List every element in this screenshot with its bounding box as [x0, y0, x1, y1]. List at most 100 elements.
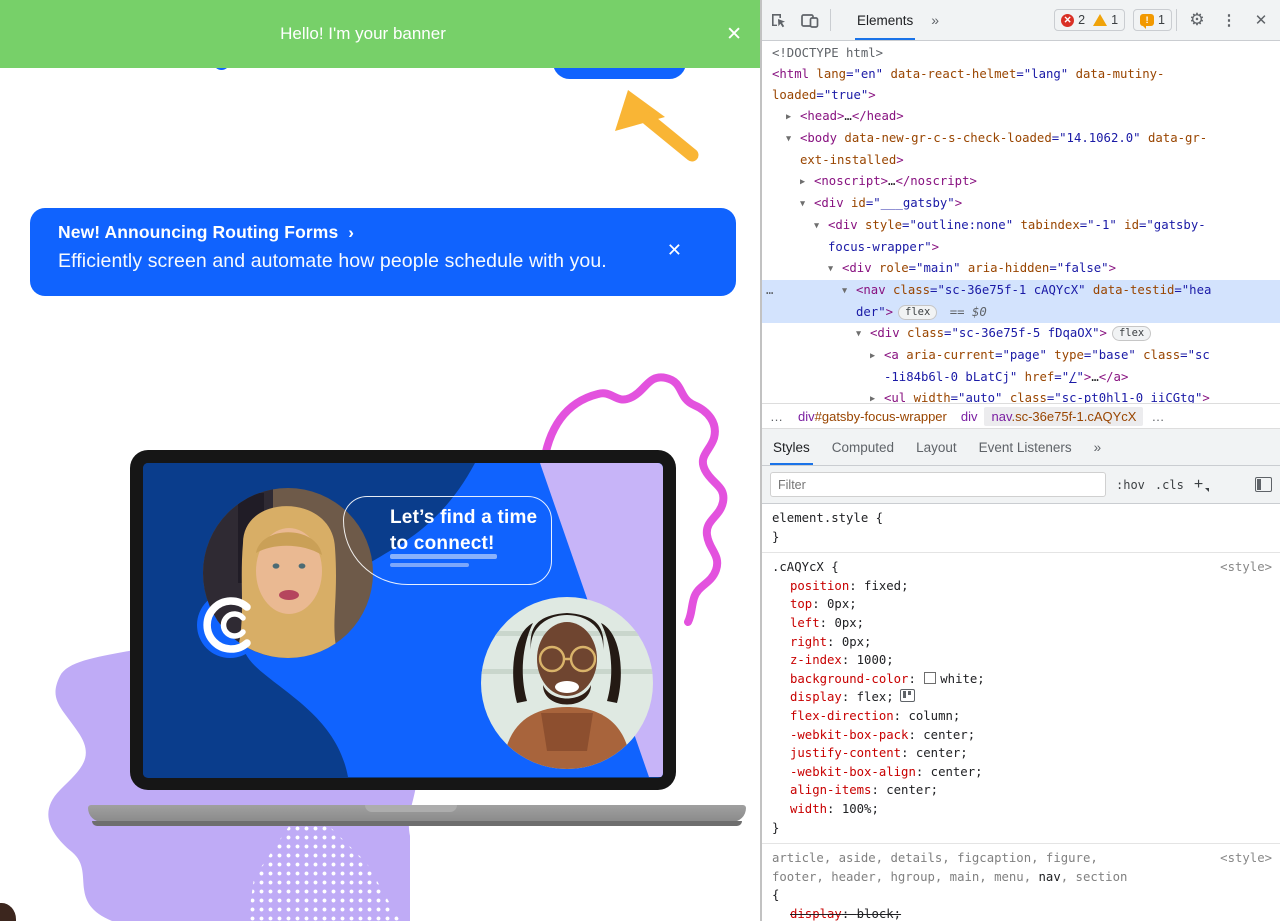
- dom-tree-row[interactable]: ▼<body data-new-gr-c-s-check-loaded="14.…: [762, 128, 1280, 150]
- toggle-hover-state-button[interactable]: :hov: [1116, 478, 1145, 492]
- dom-tree-row[interactable]: loaded="true">: [762, 85, 1280, 106]
- css-property-line[interactable]: position: fixed;: [772, 577, 1272, 596]
- dollar-zero-ref: $0: [972, 305, 987, 319]
- css-property-line[interactable]: align-items: center;: [772, 781, 1272, 800]
- flex-badge[interactable]: flex: [1112, 326, 1151, 341]
- dom-tree-row[interactable]: ▶<noscript>…</noscript>: [762, 171, 1280, 193]
- promo-banner[interactable]: New! Announcing Routing Forms› Efficient…: [30, 208, 736, 296]
- expand-arrow-icon[interactable]: ▼: [828, 259, 842, 280]
- code-segment: <div: [870, 326, 900, 340]
- dom-tree-row[interactable]: ▶<head>…</head>: [762, 106, 1280, 128]
- code-segment: lang: [809, 67, 846, 81]
- flex-editor-icon[interactable]: [900, 689, 915, 702]
- expand-arrow-icon[interactable]: ▶: [870, 389, 884, 403]
- chevron-right-icon: ›: [348, 223, 354, 242]
- stylesheet-source-link[interactable]: <style>: [1220, 558, 1272, 577]
- warning-icon: [1093, 14, 1107, 26]
- row-overflow-dots[interactable]: …: [766, 280, 773, 301]
- expand-arrow-icon[interactable]: ▼: [842, 281, 856, 302]
- dom-tree-row[interactable]: -1i84b6l-0 bLatCj" href="/">…</a>: [762, 367, 1280, 388]
- dom-tree-row[interactable]: der">flex == $0: [762, 302, 1280, 323]
- settings-gear-icon[interactable]: ⚙: [1188, 11, 1206, 29]
- expand-arrow-icon[interactable]: ▶: [800, 172, 814, 193]
- rule-selector-line[interactable]: footer, header, hgroup, main, menu, nav,…: [772, 868, 1272, 887]
- tab-layout[interactable]: Layout: [905, 429, 968, 465]
- new-style-rule-button[interactable]: +: [1194, 476, 1203, 494]
- promo-close-icon[interactable]: ✕: [667, 240, 682, 261]
- dom-tree-row[interactable]: ▶<ul width="auto" class="sc-pt0hl1-0 iiC…: [762, 388, 1280, 403]
- kebab-menu-icon[interactable]: ⋮: [1220, 11, 1238, 29]
- dom-tree-row[interactable]: <html lang="en" data-react-helmet="lang"…: [762, 64, 1280, 85]
- css-property-line[interactable]: flex-direction: column;: [772, 707, 1272, 726]
- css-property-line[interactable]: z-index: 1000;: [772, 651, 1272, 670]
- crumb-segment: nav: [991, 409, 1011, 424]
- stylesheet-source-link[interactable]: <style>: [1220, 849, 1272, 868]
- css-property-line[interactable]: width: 100%;: [772, 800, 1272, 819]
- inspect-element-icon[interactable]: [769, 11, 787, 29]
- code-segment: <!DOCTYPE html>: [772, 46, 883, 60]
- expand-arrow-icon[interactable]: ▼: [814, 216, 828, 237]
- expand-arrow-icon[interactable]: ▶: [786, 107, 800, 128]
- tab-event-listeners[interactable]: Event Listeners: [968, 429, 1083, 465]
- breadcrumb-item[interactable]: div: [954, 407, 985, 426]
- selector-segment: footer, header, hgroup, main, menu,: [772, 870, 1039, 884]
- color-swatch[interactable]: [924, 672, 936, 684]
- sidebar-toggle-icon[interactable]: [1255, 477, 1272, 492]
- code-segment: data-gr-: [1141, 131, 1208, 145]
- crumb-overflow-dots[interactable]: …: [1143, 409, 1172, 424]
- rule-selector-line[interactable]: article, aside, details, figcaption, fig…: [772, 849, 1272, 868]
- dom-tree-row[interactable]: focus-wrapper">: [762, 237, 1280, 258]
- rule-selector-line[interactable]: element.style {: [772, 509, 1272, 528]
- breadcrumb-item[interactable]: nav.sc-36e75f-1.cAQYcX: [984, 407, 1143, 426]
- code-segment: <div: [814, 196, 844, 210]
- dom-tree-row[interactable]: ▼<div class="sc-36e75f-5 fDqaOX">flex: [762, 323, 1280, 345]
- property-name: display: [790, 907, 842, 921]
- rule-selector-line[interactable]: .cAQYcX {: [772, 558, 1272, 577]
- css-property-line[interactable]: justify-content: center;: [772, 744, 1272, 763]
- dom-tree-row[interactable]: ext-installed>: [762, 150, 1280, 171]
- expand-arrow-icon[interactable]: ▶: [870, 346, 884, 367]
- expand-arrow-icon[interactable]: ▼: [786, 129, 800, 150]
- css-rule: <style>article, aside, details, figcapti…: [762, 844, 1280, 921]
- dom-tree-row[interactable]: <!DOCTYPE html>: [762, 43, 1280, 64]
- code-segment: -1i84b6l-0 bLatCj": [884, 370, 1017, 384]
- more-tabs-icon[interactable]: »: [923, 12, 947, 28]
- css-property-line[interactable]: display: block;: [772, 905, 1272, 921]
- css-property-line[interactable]: -webkit-box-align: center;: [772, 763, 1272, 782]
- breadcrumb-item[interactable]: div#gatsby-focus-wrapper: [791, 407, 954, 426]
- css-property-line[interactable]: background-color: white;: [772, 670, 1272, 689]
- css-property-line[interactable]: -webkit-box-pack: center;: [772, 726, 1272, 745]
- dom-tree-row[interactable]: ▼<div role="main" aria-hidden="false">: [762, 258, 1280, 280]
- tab-styles[interactable]: Styles: [762, 429, 821, 465]
- property-value: 1000;: [857, 653, 894, 667]
- css-property-line[interactable]: right: 0px;: [772, 633, 1272, 652]
- styles-filter-input[interactable]: [770, 472, 1106, 497]
- tab-elements[interactable]: Elements: [847, 0, 923, 40]
- close-devtools-icon[interactable]: ✕: [1252, 11, 1270, 29]
- expand-arrow-icon[interactable]: ▼: [800, 194, 814, 215]
- flex-badge[interactable]: flex: [898, 305, 937, 320]
- tab-computed[interactable]: Computed: [821, 429, 905, 465]
- css-property-line[interactable]: display: flex;: [772, 688, 1272, 707]
- toggle-classes-button[interactable]: .cls: [1155, 478, 1184, 492]
- dom-tree-row[interactable]: ▶<a aria-current="page" type="base" clas…: [762, 345, 1280, 367]
- banner-close-icon[interactable]: ✕: [726, 0, 742, 68]
- property-name: -webkit-box-pack: [790, 728, 908, 742]
- dom-tree-row[interactable]: ▼<div id="___gatsby">: [762, 193, 1280, 215]
- device-toolbar-icon[interactable]: [801, 11, 819, 29]
- dom-tree-row[interactable]: …▼<nav class="sc-36e75f-1 cAQYcX" data-t…: [762, 280, 1280, 302]
- property-value: column;: [908, 709, 960, 723]
- tab--[interactable]: »: [1083, 429, 1113, 465]
- colon: :: [901, 746, 916, 760]
- crumb-overflow-dots[interactable]: …: [762, 409, 791, 424]
- speech-bubble: Let’s find a timeto connect!: [343, 496, 552, 585]
- issues-badge[interactable]: ! 1: [1133, 9, 1172, 31]
- console-errors-badge[interactable]: ✕ 2 1: [1054, 9, 1125, 31]
- css-property-line[interactable]: top: 0px;: [772, 595, 1272, 614]
- breadcrumb: …div#gatsby-focus-wrapperdivnav.sc-36e75…: [762, 403, 1280, 429]
- code-segment: <nav: [856, 283, 886, 297]
- expand-arrow-icon[interactable]: ▼: [856, 324, 870, 345]
- dom-tree-row[interactable]: ▼<div style="outline:none" tabindex="-1"…: [762, 215, 1280, 237]
- rule-selector-line[interactable]: {: [772, 886, 1272, 905]
- css-property-line[interactable]: left: 0px;: [772, 614, 1272, 633]
